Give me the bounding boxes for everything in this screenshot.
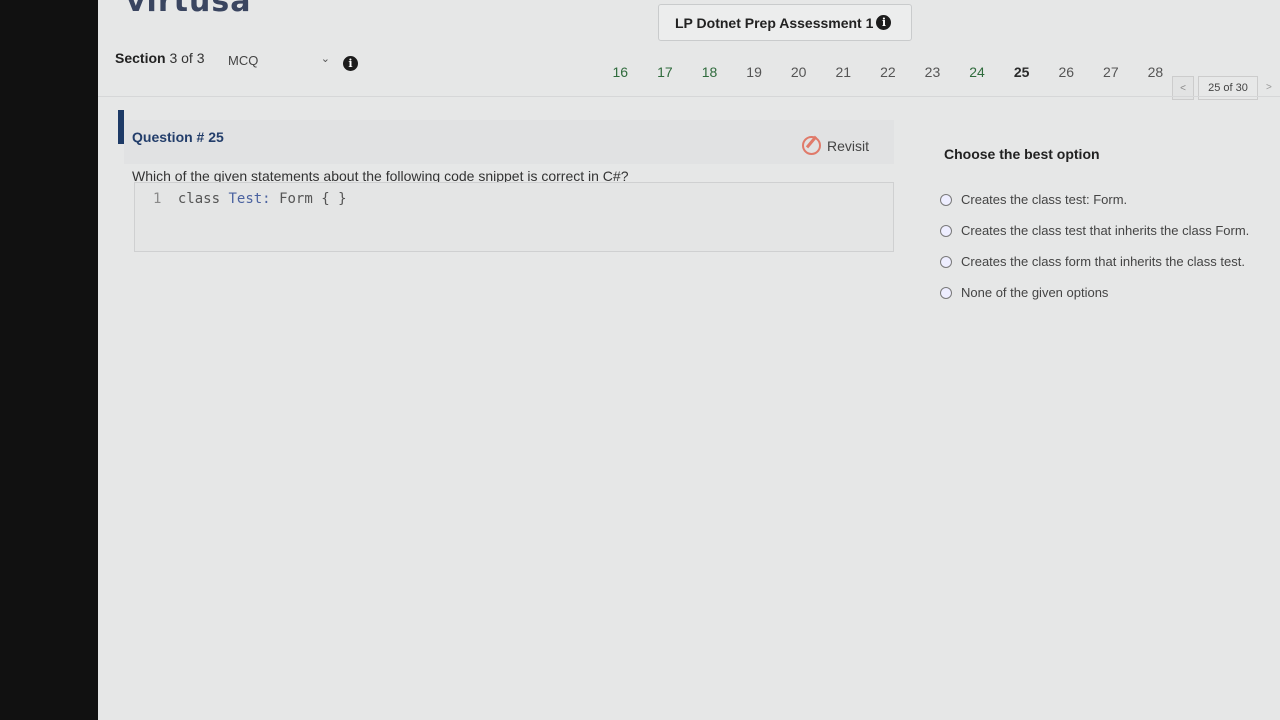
question-number-22[interactable]: 22 [866,64,911,80]
revisit-button[interactable]: Revisit [802,136,869,155]
revisit-icon [802,136,821,155]
section-bar: Section 3 of 3 MCQ ⌄ i 16 17 18 19 20 21 22 23 2… [98,42,1280,100]
question-number-26[interactable]: 26 [1044,64,1089,80]
code-line-number: 1 [153,191,162,207]
answer-option[interactable]: Creates the class test that inherits the… [940,215,1249,246]
assessment-title: LP Dotnet Prep Assessment 1 [675,14,874,31]
section-type-value: MCQ [228,52,259,68]
question-number-27[interactable]: 27 [1089,64,1134,80]
question-header: Question # 25 [124,120,894,164]
header-divider [98,96,1280,97]
question-number-16[interactable]: 16 [598,64,643,80]
radio-button[interactable] [940,193,952,206]
question-number-24[interactable]: 24 [955,64,1000,80]
answer-option-label: Creates the class form that inherits the… [961,254,1245,269]
revisit-label: Revisit [827,137,870,154]
screen-bezel [0,0,98,720]
answer-option[interactable]: Creates the class test: Form. [940,184,1249,215]
question-number-17[interactable]: 17 [643,64,688,80]
answer-option-label: Creates the class test that inherits the… [961,223,1250,238]
assessment-title-box: LP Dotnet Prep Assessment 1 i [658,4,912,41]
radio-button[interactable] [940,255,952,268]
next-question-button[interactable]: > [1266,82,1272,93]
section-label-prefix: Section [115,50,166,66]
answer-options: Creates the class test: Form. Creates th… [940,184,1249,308]
question-number-18[interactable]: 18 [687,64,732,80]
question-navigator: 16 17 18 19 20 21 22 23 24 25 26 27 28 [598,64,1178,80]
code-rest: Form { } [279,191,347,207]
company-logo: virtusa [126,0,252,19]
question-number-21[interactable]: 21 [821,64,866,80]
assessment-screen: virtusa LP Dotnet Prep Assessment 1 i Se… [98,0,1280,720]
code-snippet: 1 class Test: Form { } [134,182,894,252]
question-title: Question # 25 [132,129,224,145]
info-icon[interactable]: i [876,15,892,30]
code-keyword: class [177,191,221,207]
answer-option[interactable]: None of the given options [940,277,1249,308]
question-number-25[interactable]: 25 [999,64,1044,80]
chevron-down-icon: ⌄ [320,53,330,65]
section-count: 3 of 3 [169,50,205,66]
question-number-19[interactable]: 19 [732,64,777,80]
section-info-icon[interactable]: i [343,56,358,71]
radio-button[interactable] [940,224,952,237]
options-heading: Choose the best option [944,146,1100,162]
answer-option[interactable]: Creates the class form that inherits the… [940,246,1249,277]
code-line: 1 class Test: Form { } [153,191,347,207]
answer-option-label: None of the given options [961,285,1109,300]
section-type-dropdown[interactable]: MCQ ⌄ [220,46,336,74]
code-class-name: Test: [228,191,271,207]
question-number-23[interactable]: 23 [910,64,955,80]
question-number-20[interactable]: 20 [776,64,821,80]
section-label: Section 3 of 3 [115,50,205,66]
radio-button[interactable] [940,286,952,299]
answer-option-label: Creates the class test: Form. [961,192,1128,207]
